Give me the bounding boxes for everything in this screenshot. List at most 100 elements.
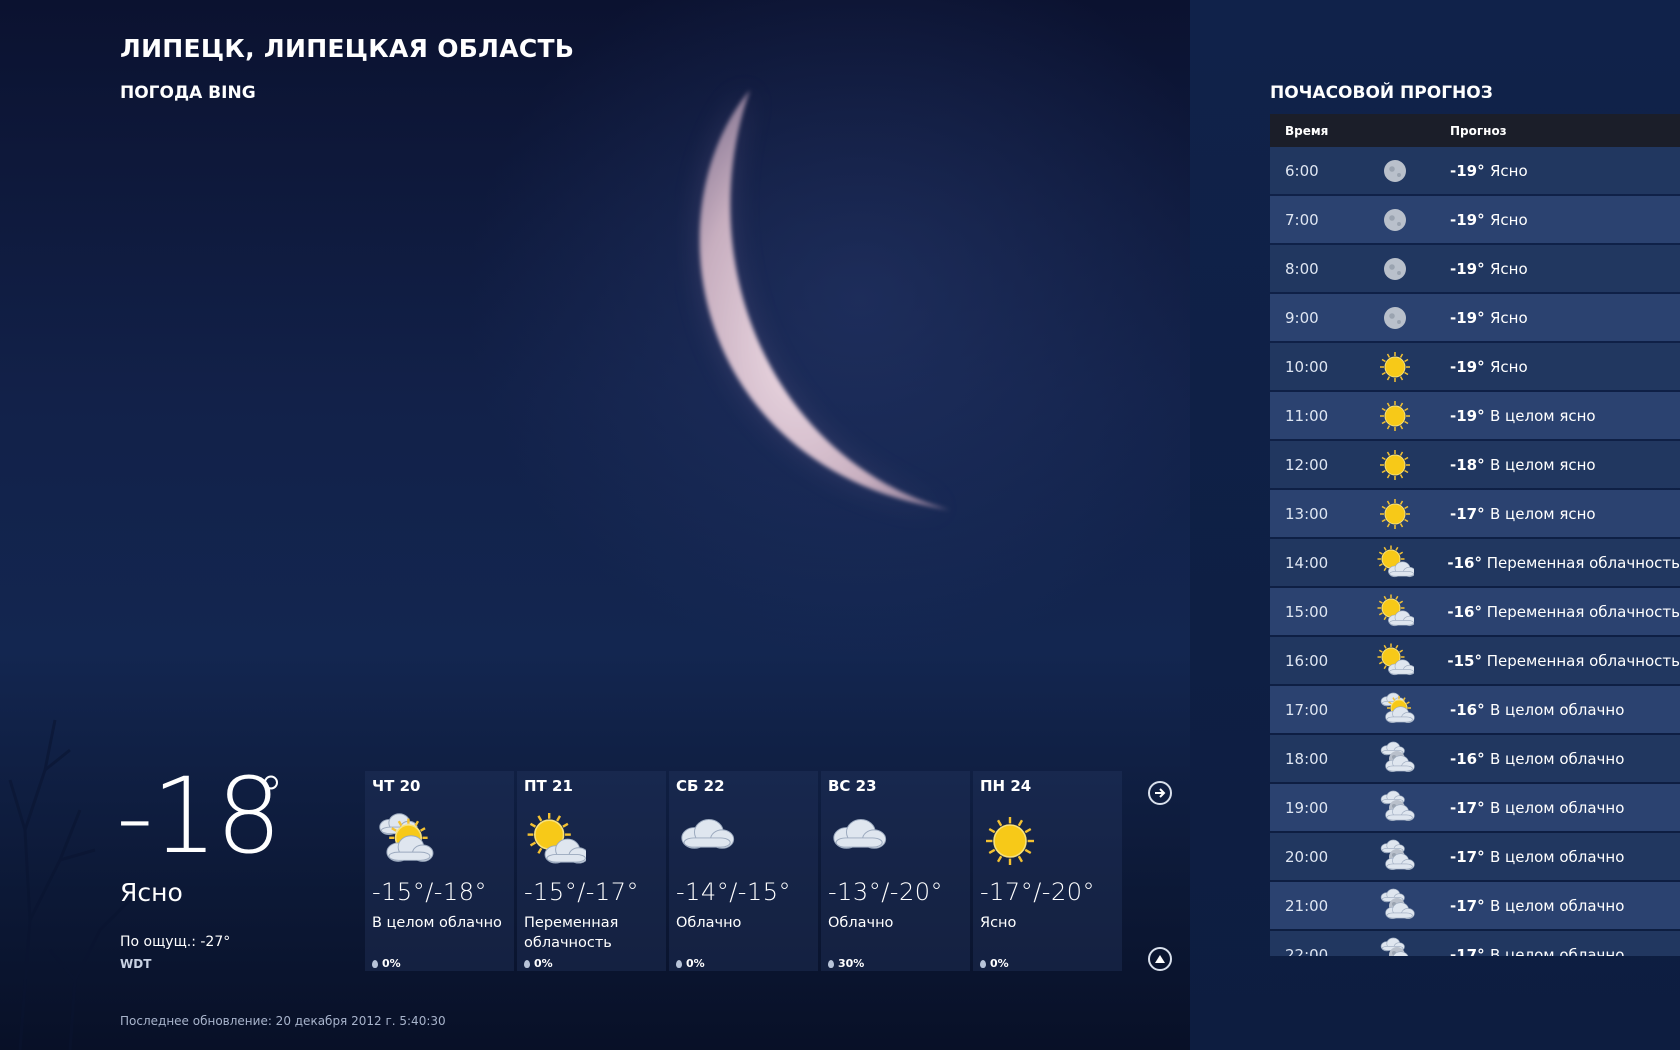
hour-condition: В целом облачно (1490, 945, 1625, 957)
hour-time: 12:00 (1285, 455, 1329, 474)
hour-time: 21:00 (1285, 896, 1329, 915)
sun-cloud-icon (522, 809, 590, 869)
degree-symbol: ° (258, 766, 284, 826)
day-condition: Облачно (828, 915, 894, 931)
day-label: ПТ 21 (524, 777, 573, 795)
hour-time: 20:00 (1285, 847, 1329, 866)
table-row: 13:00 -17° В целом ясно (1270, 490, 1680, 537)
hour-condition: В целом ясно (1490, 455, 1596, 474)
day-condition: В целом облачно (372, 915, 502, 931)
table-row: 7:00 -19° Ясно (1270, 196, 1680, 243)
hour-condition: В целом облачно (1490, 700, 1625, 719)
hour-condition: Ясно (1490, 259, 1528, 278)
hour-condition: Переменная облачность (1486, 651, 1680, 670)
drop-icon (372, 960, 378, 968)
hour-condition: В целом ясно (1490, 406, 1596, 425)
moon-icon (1375, 196, 1450, 243)
hour-condition: Ясно (1490, 210, 1528, 229)
precipitation: 0% (372, 957, 401, 970)
table-row: 15:00 -16° Переменная облачность (1270, 588, 1680, 635)
table-row: 18:00 -16° В целом облачно (1270, 735, 1680, 782)
sun-cloud-icon (1374, 637, 1448, 684)
hour-temperature: -19° (1450, 210, 1485, 229)
hour-temperature: -15° (1447, 651, 1482, 670)
feels-like: По ощущ.: -27° (120, 934, 231, 950)
precipitation-value: 0% (686, 957, 705, 970)
table-header: Время Прогноз (1270, 114, 1680, 147)
hour-condition: В целом облачно (1490, 896, 1625, 915)
day-temperature: -13°/-20° (828, 878, 943, 906)
hour-condition: В целом облачно (1490, 798, 1625, 817)
sun-icon (1375, 392, 1450, 439)
hour-temperature: -16° (1450, 700, 1485, 719)
arrow-up-icon[interactable] (1148, 947, 1172, 971)
cloud-icon (674, 809, 742, 869)
precipitation-value: 0% (382, 957, 401, 970)
hour-time: 8:00 (1285, 259, 1319, 278)
provider-label: ПОГОДА BING (120, 83, 256, 103)
hour-time: 22:00 (1285, 945, 1329, 957)
hour-temperature: -19° (1450, 259, 1485, 278)
drop-icon (980, 960, 986, 968)
moon-cloud-icon (1375, 882, 1450, 929)
moon-cloud-icon (1375, 931, 1450, 956)
hour-time: 7:00 (1285, 210, 1319, 229)
arrow-right-icon[interactable] (1148, 781, 1172, 805)
sun-icon (1375, 490, 1450, 537)
precipitation-value: 30% (838, 957, 865, 970)
day-card[interactable]: ВС 23 -13°/-20° Облачно 30% (821, 771, 970, 971)
moon-icon (1375, 294, 1450, 341)
hour-temperature: -17° (1450, 945, 1485, 957)
table-row: 11:00 -19° В целом ясно (1270, 392, 1680, 439)
day-temperature: -14°/-15° (676, 878, 791, 906)
current-temperature: -18 (116, 755, 282, 877)
hour-time: 13:00 (1285, 504, 1329, 523)
precipitation-value: 0% (534, 957, 553, 970)
day-label: ЧТ 20 (372, 777, 421, 795)
hour-time: 9:00 (1285, 308, 1319, 327)
day-card[interactable]: ПН 24 -17°/-20° Ясно 0% (973, 771, 1122, 971)
time-header: Время (1285, 123, 1329, 138)
day-card[interactable]: ПТ 21 -15°/-17° Переменная облачность 0% (517, 771, 666, 971)
table-row: 16:00 -15° Переменная облачность (1270, 637, 1680, 684)
hour-temperature: -17° (1450, 847, 1485, 866)
hour-temperature: -17° (1450, 896, 1485, 915)
hour-time: 10:00 (1285, 357, 1329, 376)
moon-image (699, 90, 950, 510)
table-row: 20:00 -17° В целом облачно (1270, 833, 1680, 880)
sun-cloud-icon (1374, 588, 1448, 635)
hour-temperature: -16° (1447, 553, 1482, 572)
moon-cloud-icon (1375, 735, 1450, 782)
hour-condition: Переменная облачность (1486, 602, 1680, 621)
hour-time: 6:00 (1285, 161, 1319, 180)
day-condition: Ясно (980, 915, 1017, 931)
table-row: 9:00 -19° Ясно (1270, 294, 1680, 341)
hour-temperature: -19° (1450, 161, 1485, 180)
sun-icon (978, 809, 1046, 869)
hour-temperature: -19° (1450, 308, 1485, 327)
hour-time: 16:00 (1285, 651, 1329, 670)
moon-cloud-icon (1375, 784, 1450, 831)
hour-condition: Ясно (1490, 357, 1528, 376)
day-temperature: -17°/-20° (980, 878, 1095, 906)
day-condition: Облачно (676, 915, 742, 931)
day-label: ПН 24 (980, 777, 1032, 795)
hour-condition: Переменная облачность (1486, 553, 1680, 572)
moon-icon (1375, 147, 1450, 194)
cloud-icon (826, 809, 894, 869)
table-row: 6:00 -19° Ясно (1270, 147, 1680, 194)
moon-cloud-icon (1375, 833, 1450, 880)
hour-time: 18:00 (1285, 749, 1329, 768)
table-row: 17:00 -16° В целом облачно (1270, 686, 1680, 733)
precipitation: 0% (980, 957, 1009, 970)
forecast-header: Прогноз (1450, 123, 1507, 138)
sun-icon (1375, 441, 1450, 488)
hour-condition: В целом облачно (1490, 749, 1625, 768)
hour-condition: Ясно (1490, 161, 1528, 180)
station-code: WDT (120, 957, 152, 971)
day-card[interactable]: ЧТ 20 -15°/-18° В целом облачно 0% (365, 771, 514, 971)
hour-temperature: -18° (1450, 455, 1485, 474)
sun-icon (1375, 343, 1450, 390)
day-card[interactable]: СБ 22 -14°/-15° Облачно 0% (669, 771, 818, 971)
last-updated: Последнее обновление: 20 декабря 2012 г.… (120, 1014, 446, 1028)
